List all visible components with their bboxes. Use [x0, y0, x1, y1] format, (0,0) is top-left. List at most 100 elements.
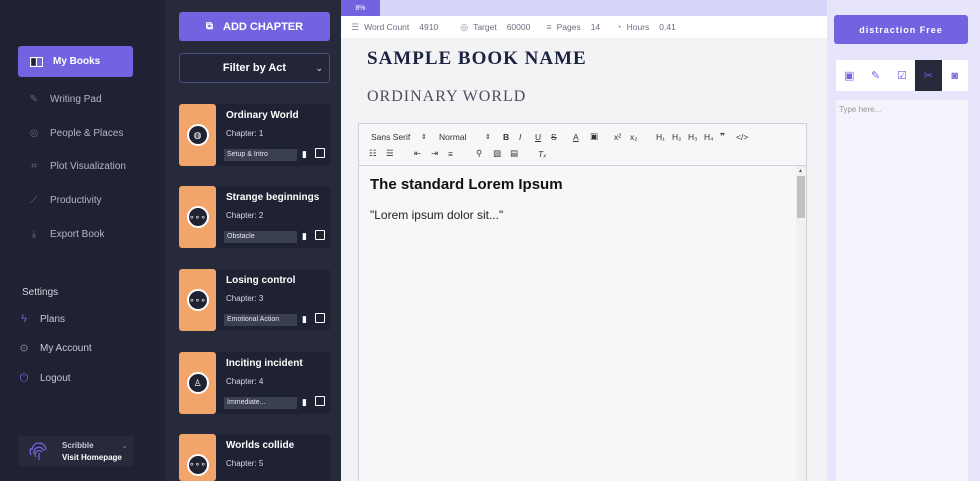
pages-icon: ≡: [546, 22, 552, 32]
video-icon[interactable]: ▤: [510, 148, 538, 159]
nav-plans[interactable]: ϟ Plans: [18, 313, 65, 325]
strike-icon[interactable]: S: [551, 132, 573, 142]
bold-icon[interactable]: B: [503, 132, 519, 142]
image-icon[interactable]: ▨: [493, 148, 510, 159]
h3-icon[interactable]: H₃: [688, 132, 704, 142]
gear-icon: ⚙: [19, 343, 29, 355]
nav-my-books-label: My Books: [53, 56, 101, 67]
list-icon: ☰: [351, 21, 360, 32]
text-editor[interactable]: The standard Lorem Ipsum "Lorem ipsum do…: [358, 166, 807, 481]
scissors-icon[interactable]: ✂: [915, 60, 942, 91]
pages-stat: ≡ Pages 14: [546, 22, 600, 32]
content-paragraph: "Lorem ipsum dolor sit...": [370, 208, 504, 222]
download-icon: ⤓: [31, 229, 37, 240]
bullet-list-icon[interactable]: ☰: [386, 148, 414, 159]
clear-format-icon[interactable]: Tₓ: [538, 149, 554, 159]
subscript-icon[interactable]: x₂: [630, 132, 656, 142]
stat-label: Hours: [626, 22, 650, 32]
nav-my-books[interactable]: My Books: [18, 46, 133, 77]
book-icon[interactable]: ▣: [836, 60, 862, 91]
book-title[interactable]: SAMPLE BOOK NAME: [367, 48, 587, 70]
presenter-icon: ♙: [186, 372, 209, 394]
underline-icon[interactable]: U: [535, 132, 551, 142]
open-icon[interactable]: [315, 230, 325, 240]
stat-value: 0.41: [659, 22, 676, 32]
clock-icon: ◔: [616, 22, 622, 32]
act-tag: Emotional Action: [224, 314, 297, 326]
chevron-down-icon: ⌄: [121, 441, 128, 450]
checklist-icon[interactable]: ☑: [889, 60, 915, 91]
chapter-card[interactable]: ∘∘∘ Losing control Chapter: 3 Emotional …: [179, 269, 330, 331]
camera-icon[interactable]: ◙: [942, 60, 968, 91]
h1-icon[interactable]: H₁: [656, 132, 672, 142]
open-icon[interactable]: [315, 148, 325, 158]
chapter-number: Chapter: 4: [226, 377, 264, 386]
outdent-icon[interactable]: ⇤: [414, 148, 431, 159]
chapter-card[interactable]: ♙ Inciting incident Chapter: 4 Immediate…: [179, 352, 330, 414]
highlight-icon[interactable]: ▣: [590, 131, 614, 142]
indent-icon[interactable]: ⇥: [431, 148, 448, 159]
word-count-stat: ☰ Word Count 4910: [351, 22, 438, 33]
scroll-up-icon[interactable]: ▲: [798, 168, 803, 174]
chapter-title: Inciting incident: [226, 358, 303, 369]
nav-productivity[interactable]: ⟋ Productivity: [28, 195, 102, 206]
fingerprint-icon: [29, 442, 47, 460]
content-heading: The standard Lorem Ipsum: [370, 176, 563, 193]
brand-name: Scribble: [62, 440, 94, 450]
progress-label: 8%: [355, 4, 366, 12]
h2-icon[interactable]: H₂: [672, 132, 688, 142]
trash-icon[interactable]: ▮: [302, 314, 307, 325]
nav-label: Plot Visualization: [50, 161, 126, 172]
right-panel: distraction Free ▣ ✎ ☑ ✂ ◙ Type here...: [827, 0, 980, 481]
chapter-list-panel: ⧉ ADD CHAPTER Filter by Act ⌄ ◍ Ordinary…: [165, 0, 341, 481]
nav-label: Plans: [40, 313, 66, 325]
chapter-card[interactable]: ◍ Ordinary World Chapter: 1 Setup & Intr…: [179, 104, 330, 166]
nav-writing-pad[interactable]: ✎ Writing Pad: [28, 94, 102, 105]
nav-my-account[interactable]: ⚙ My Account: [18, 342, 92, 355]
align-icon[interactable]: ≡: [448, 149, 476, 159]
chart-icon: ⟋: [30, 195, 38, 206]
code-icon[interactable]: </>: [736, 132, 752, 142]
editor-scrollbar[interactable]: ▲: [796, 166, 806, 481]
link-icon[interactable]: ⚲: [476, 148, 493, 159]
italic-icon[interactable]: I: [519, 132, 535, 142]
distraction-free-button[interactable]: distraction Free: [834, 15, 968, 44]
quote-icon[interactable]: ❞: [720, 131, 736, 142]
size-select[interactable]: Normal: [439, 132, 485, 142]
open-icon[interactable]: [315, 396, 325, 406]
ordered-list-icon[interactable]: ☷: [369, 148, 386, 159]
dots-icon: ∘∘∘: [186, 289, 209, 311]
brand-homepage-link[interactable]: Scribble Visit Homepage ⌄: [18, 436, 134, 466]
text-color-icon[interactable]: A: [573, 132, 590, 142]
h4-icon[interactable]: H₄: [704, 132, 720, 142]
open-icon[interactable]: [315, 313, 325, 323]
filter-by-act-select[interactable]: Filter by Act ⌄: [179, 53, 330, 83]
stat-value: 14: [590, 22, 601, 32]
font-select[interactable]: Sans Serif: [371, 132, 421, 142]
scroll-thumb[interactable]: [797, 176, 805, 218]
trash-icon[interactable]: ▮: [302, 231, 307, 242]
target-stat: ◎ Target 60000: [460, 22, 530, 33]
trash-icon[interactable]: ▮: [302, 149, 307, 160]
nav-plot-visualization[interactable]: ⌗ Plot Visualization: [28, 161, 126, 172]
chapter-card[interactable]: ∘∘∘ Strange beginnings Chapter: 2 Obstac…: [179, 186, 330, 248]
dots-icon: ∘∘∘: [186, 453, 209, 476]
nav-people-places[interactable]: ◎ People & Places: [28, 128, 124, 139]
add-chapter-button[interactable]: ⧉ ADD CHAPTER: [179, 12, 330, 41]
notes-textarea[interactable]: Type here...: [836, 100, 968, 481]
chapter-heading[interactable]: ORDINARY WORLD: [367, 88, 526, 106]
superscript-icon[interactable]: x²: [614, 132, 630, 142]
nav-label: Writing Pad: [50, 94, 102, 105]
nav-export-book[interactable]: ⤓ Export Book: [28, 229, 105, 240]
chapter-number: Chapter: 2: [226, 211, 264, 220]
nav-label: Export Book: [50, 229, 105, 240]
edit-icon[interactable]: ✎: [862, 60, 888, 91]
trash-icon[interactable]: ▮: [302, 397, 307, 408]
chapter-title: Losing control: [226, 275, 296, 286]
chapter-number: Chapter: 3: [226, 294, 264, 303]
plot-icon: ⌗: [31, 161, 37, 172]
size-select-caret-icon: ⇕: [485, 133, 491, 141]
chapter-card[interactable]: ∘∘∘ Worlds collide Chapter: 5: [179, 434, 330, 481]
chapter-thumbnail: ◍: [179, 104, 216, 166]
nav-logout[interactable]: ⏻ Logout: [18, 372, 71, 385]
